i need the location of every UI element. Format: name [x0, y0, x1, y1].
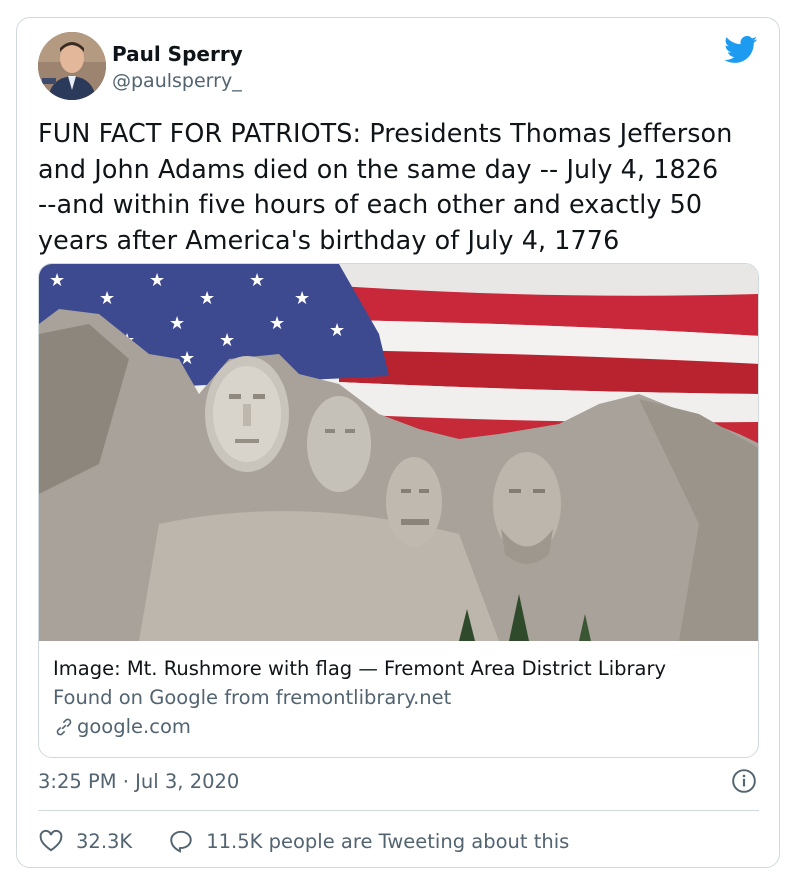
- tweeting-count-text: 11.5K people are Tweeting about this: [206, 829, 570, 853]
- svg-text:★: ★: [249, 270, 265, 291]
- svg-text:★: ★: [149, 270, 165, 291]
- svg-text:★: ★: [99, 288, 115, 309]
- link-preview-card[interactable]: ★ ★ ★ ★ ★ ★ ★ ★ ★ ★ ★ ★ ★ ★ ★: [38, 263, 759, 758]
- tweeting-about-button[interactable]: 11.5K people are Tweeting about this: [168, 828, 569, 854]
- author-name[interactable]: Paul Sperry: [112, 42, 243, 66]
- svg-text:★: ★: [269, 313, 285, 334]
- tweet-card: Paul Sperry @paulsperry_ FUN FACT FOR PA…: [16, 17, 780, 868]
- tweet-text-line: FUN FACT FOR PATRIOTS: Presidents Thomas…: [38, 118, 733, 148]
- svg-text:★: ★: [329, 320, 345, 341]
- info-icon[interactable]: [731, 768, 757, 794]
- link-icon: [56, 718, 72, 735]
- link-domain[interactable]: google.com: [53, 715, 191, 738]
- tweet-text: FUN FACT FOR PATRIOTS: Presidents Thomas…: [38, 116, 768, 258]
- like-button[interactable]: 32.3K: [38, 828, 132, 854]
- tweet-text-line: years after America's birthday of July 4…: [38, 224, 620, 255]
- link-caption[interactable]: Image: Mt. Rushmore with flag — Fremont …: [53, 657, 666, 680]
- tweet-text-line: --and within five hours of each other an…: [38, 189, 703, 219]
- avatar[interactable]: [38, 32, 106, 100]
- heart-icon: [39, 829, 63, 852]
- tweet-actions: 32.3K 11.5K people are Tweeting about th…: [38, 824, 569, 858]
- twitter-bird-icon[interactable]: [724, 36, 758, 64]
- link-source: Found on Google from fremontlibrary.net: [53, 686, 452, 709]
- svg-text:★: ★: [49, 270, 65, 291]
- tweet-timestamp[interactable]: 3:25 PM · Jul 3, 2020: [38, 770, 239, 793]
- svg-text:★: ★: [199, 288, 215, 309]
- reply-bubble-icon: [170, 830, 192, 853]
- author-handle[interactable]: @paulsperry_: [112, 70, 242, 92]
- link-domain-text: google.com: [77, 715, 191, 738]
- mount-rushmore-flag-image[interactable]: ★ ★ ★ ★ ★ ★ ★ ★ ★ ★ ★ ★ ★ ★ ★: [39, 264, 759, 641]
- svg-text:★: ★: [294, 288, 310, 309]
- tweet-text-line: and John Adams died on the same day -- J…: [38, 153, 719, 184]
- like-count: 32.3K: [76, 829, 133, 853]
- divider: [38, 810, 759, 811]
- svg-text:★: ★: [169, 313, 185, 334]
- svg-text:★: ★: [219, 330, 235, 351]
